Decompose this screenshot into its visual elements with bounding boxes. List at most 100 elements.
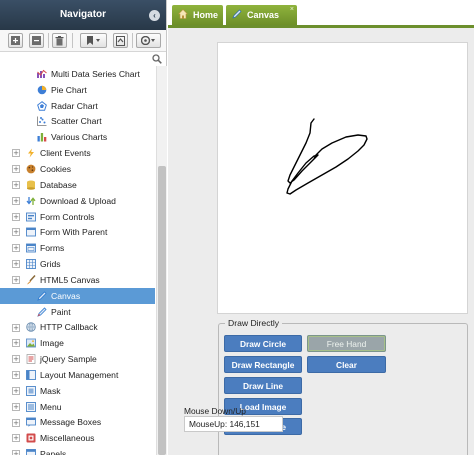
- draw-line-button[interactable]: Draw Line: [224, 377, 302, 394]
- download-upload-icon: [26, 196, 36, 206]
- expand-node-icon[interactable]: +: [12, 339, 20, 348]
- expand-node-icon[interactable]: +: [12, 371, 20, 380]
- tree-item[interactable]: Multi Data Series Chart: [0, 66, 155, 82]
- tree-item[interactable]: + Message Boxes: [0, 415, 155, 431]
- free-hand-button[interactable]: Free Hand: [307, 335, 386, 352]
- minus-icon: [32, 36, 41, 45]
- toolbar-separator: [132, 33, 133, 48]
- close-tab-icon[interactable]: ×: [290, 6, 294, 13]
- mouse-down-up-label: Mouse Down/Up: [184, 406, 246, 416]
- jquery-icon: [26, 354, 36, 364]
- expand-node-icon[interactable]: +: [12, 228, 20, 237]
- search-icon[interactable]: [152, 54, 162, 66]
- tree-item[interactable]: Radar Chart: [0, 98, 155, 114]
- delete-button[interactable]: [52, 33, 67, 48]
- expand-node-icon[interactable]: +: [12, 275, 20, 284]
- tree-item-label: HTTP Callback: [40, 322, 98, 333]
- tree-item[interactable]: + Image: [0, 335, 155, 351]
- navigator-panel: Navigator ‹ Multi Data Series Chart Pie C…: [0, 0, 167, 455]
- tree-item-label: HTML5 Canvas: [40, 274, 100, 285]
- paintbrush-icon: [26, 274, 36, 285]
- paint-pen-icon: [37, 307, 47, 317]
- tree-item-label: Multi Data Series Chart: [51, 68, 140, 79]
- expand-node-icon[interactable]: +: [12, 260, 20, 269]
- collapse-all-button[interactable]: [29, 33, 44, 48]
- collapse-navigator-icon[interactable]: ‹: [149, 10, 160, 21]
- navigator-search-row: [0, 52, 166, 66]
- expand-node-icon[interactable]: +: [12, 355, 20, 364]
- multi-series-chart-icon: [37, 69, 47, 79]
- tree-item[interactable]: Paint: [0, 304, 155, 320]
- expand-node-icon[interactable]: +: [12, 450, 20, 455]
- export-button[interactable]: [113, 33, 128, 48]
- tree-item-label: Canvas: [51, 290, 81, 301]
- panels-icon: [26, 449, 36, 455]
- tree-item[interactable]: + Download & Upload: [0, 193, 155, 209]
- tab-canvas[interactable]: Canvas ×: [226, 5, 297, 25]
- expand-all-button[interactable]: [8, 33, 23, 48]
- tree-item-label: Panels: [40, 449, 67, 455]
- tree-item[interactable]: + jQuery Sample: [0, 351, 155, 367]
- bookmark-icon: [86, 36, 100, 45]
- tree-item[interactable]: Canvas: [0, 287, 155, 304]
- expand-node-icon[interactable]: +: [12, 165, 20, 174]
- tree-item-label: Menu: [40, 401, 62, 412]
- expand-node-icon[interactable]: +: [12, 180, 20, 189]
- tree-item[interactable]: Scatter Chart: [0, 114, 155, 130]
- expand-node-icon[interactable]: +: [12, 386, 20, 395]
- toolbar-separator: [72, 33, 73, 48]
- tree-item[interactable]: + HTTP Callback: [0, 320, 155, 336]
- tree-item[interactable]: + Layout Management: [0, 367, 155, 383]
- canvas-pen-icon: [232, 9, 242, 21]
- tree-item-label: Message Boxes: [40, 417, 102, 428]
- tree-item-label: Forms: [40, 243, 65, 254]
- expand-node-icon[interactable]: +: [12, 418, 20, 427]
- tree-item[interactable]: + Cookies: [0, 161, 155, 177]
- expand-node-icon[interactable]: +: [12, 196, 20, 205]
- cookie-icon: [26, 164, 36, 174]
- navigator-scrollbar[interactable]: [156, 66, 167, 455]
- tree-item[interactable]: + Miscellaneous: [0, 430, 155, 446]
- mouse-position-field: MouseUp: 146,151: [184, 416, 283, 432]
- tree-item[interactable]: + Form Controls: [0, 209, 155, 225]
- tree-item-label: Layout Management: [40, 369, 119, 380]
- miscellaneous-icon: [26, 433, 36, 443]
- tree-item-label: Form With Parent: [40, 227, 108, 238]
- menu-icon: [26, 401, 36, 412]
- expand-node-icon[interactable]: +: [12, 434, 20, 443]
- tree-item[interactable]: + HTML5 Canvas: [0, 272, 155, 288]
- image-icon: [26, 338, 36, 348]
- tree-item[interactable]: + Grids: [0, 256, 155, 272]
- tree-item[interactable]: + Menu: [0, 399, 155, 415]
- drawing-canvas[interactable]: [217, 42, 468, 314]
- tree-item-label: Scatter Chart: [51, 116, 102, 127]
- form-with-parent-icon: [26, 227, 36, 237]
- tree-item[interactable]: + Mask: [0, 383, 155, 399]
- tree-item[interactable]: + Form With Parent: [0, 224, 155, 240]
- tree-item[interactable]: Pie Chart: [0, 82, 155, 98]
- grid-icon: [26, 259, 36, 269]
- forms-icon: [26, 243, 36, 253]
- settings-dropdown-button[interactable]: [136, 33, 161, 48]
- home-icon: [177, 9, 189, 21]
- expand-node-icon[interactable]: +: [12, 402, 20, 411]
- tree-item[interactable]: + Client Events: [0, 145, 155, 161]
- tree-item[interactable]: + Database: [0, 177, 155, 193]
- tab-home[interactable]: Home: [172, 5, 223, 25]
- expand-node-icon[interactable]: +: [12, 149, 20, 158]
- navigator-scrollbar-thumb[interactable]: [158, 166, 166, 455]
- layout-icon: [26, 370, 36, 380]
- canvas-page: Draw Directly Draw Circle Free Hand Draw…: [168, 28, 474, 455]
- bookmark-dropdown-button[interactable]: [80, 33, 107, 48]
- clear-button[interactable]: Clear: [307, 356, 386, 373]
- tree-item-label: Database: [40, 179, 77, 190]
- expand-node-icon[interactable]: +: [12, 244, 20, 253]
- draw-rectangle-button[interactable]: Draw Rectangle: [224, 356, 302, 373]
- expand-node-icon[interactable]: +: [12, 212, 20, 221]
- tree-item[interactable]: + Forms: [0, 240, 155, 256]
- tree-item[interactable]: Various Charts: [0, 129, 155, 145]
- tree-item[interactable]: + Panels: [0, 446, 155, 455]
- tree-item-label: Pie Chart: [51, 84, 87, 95]
- draw-circle-button[interactable]: Draw Circle: [224, 335, 302, 352]
- expand-node-icon[interactable]: +: [12, 323, 20, 332]
